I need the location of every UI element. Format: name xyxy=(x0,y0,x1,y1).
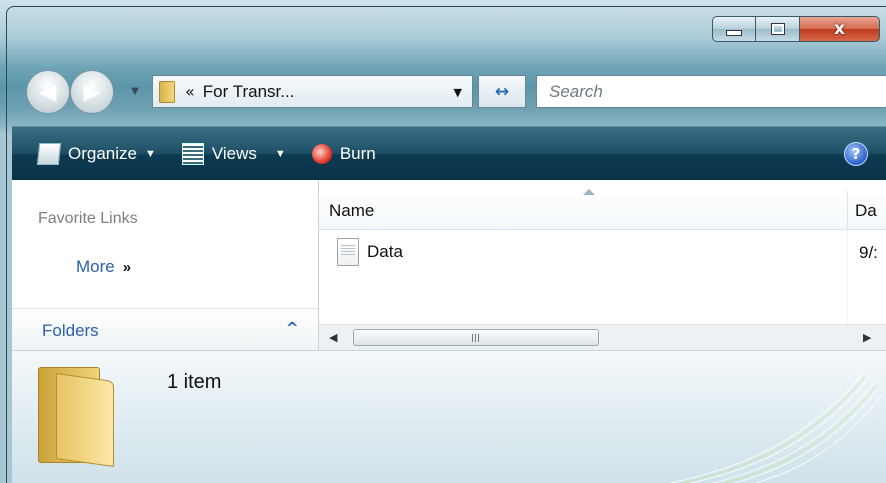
views-button[interactable]: Views ▼ xyxy=(181,143,286,165)
scroll-grip-icon xyxy=(471,333,481,342)
file-date: 9/: xyxy=(859,243,878,262)
forward-arrow-icon: ▶ xyxy=(83,79,101,105)
folders-header[interactable]: Folders ^ xyxy=(12,308,318,351)
chevron-down-icon: ▼ xyxy=(144,148,156,160)
scrollbar-thumb[interactable] xyxy=(353,329,599,346)
explorer-window: x ◀ ▶ ▼ « For Transr... ▼ ↔ Organize ▼ V… xyxy=(0,0,886,483)
burn-button[interactable]: Burn xyxy=(311,144,376,164)
column-header-row: Name Da xyxy=(319,189,886,230)
column-divider[interactable] xyxy=(847,191,848,229)
views-label: Views xyxy=(211,144,257,163)
help-icon: ? xyxy=(851,145,861,163)
navigation-pane: Favorite Links More » Folders ^ xyxy=(12,180,319,351)
sort-ascending-icon xyxy=(583,189,595,195)
burn-label: Burn xyxy=(339,144,376,163)
organize-button[interactable]: Organize ▼ xyxy=(36,143,156,165)
views-icon xyxy=(181,143,204,165)
folders-label: Folders xyxy=(42,321,99,340)
document-icon xyxy=(337,238,359,266)
scroll-right-icon[interactable]: ▶ xyxy=(863,331,871,344)
forward-button[interactable]: ▶ xyxy=(70,70,114,114)
help-button[interactable]: ? xyxy=(844,142,868,166)
command-bar: Organize ▼ Views ▼ Burn ? xyxy=(12,126,886,181)
back-button[interactable]: ◀ xyxy=(26,70,70,114)
back-arrow-icon: ◀ xyxy=(39,79,57,105)
folder-icon xyxy=(159,80,175,103)
close-icon: x xyxy=(834,19,845,39)
close-button[interactable]: x xyxy=(800,16,880,42)
folder-front-panel xyxy=(56,372,114,468)
column-guide xyxy=(847,229,848,324)
double-chevron-right-icon: » xyxy=(122,259,132,276)
breadcrumb-current[interactable]: For Transr... xyxy=(203,82,295,102)
details-pane: 1 item xyxy=(12,350,886,483)
minimize-icon xyxy=(726,30,742,36)
refresh-button[interactable]: ↔ xyxy=(478,75,526,108)
list-item[interactable]: Data xyxy=(337,238,403,266)
caption-buttons: x xyxy=(712,16,880,42)
chevron-up-icon[interactable]: ^ xyxy=(286,319,299,337)
refresh-icon: ↔ xyxy=(494,81,510,102)
column-header-name[interactable]: Name xyxy=(329,201,374,221)
maximize-button[interactable] xyxy=(756,16,800,42)
more-label: More xyxy=(76,257,115,276)
organize-icon xyxy=(36,143,62,165)
column-header-date[interactable]: Da xyxy=(855,201,877,221)
scroll-left-icon[interactable]: ◀ xyxy=(329,331,337,344)
favorite-links-title: Favorite Links xyxy=(38,210,138,227)
breadcrumb-overflow-chevron[interactable]: « xyxy=(185,82,195,101)
maximize-icon xyxy=(770,23,785,35)
file-list: Name Da Data 9/: ◀ ▶ xyxy=(319,180,886,351)
more-links-button[interactable]: More » xyxy=(76,257,131,277)
decorative-swoosh xyxy=(668,374,883,483)
horizontal-scrollbar[interactable]: ◀ ▶ xyxy=(319,324,886,351)
search-input[interactable] xyxy=(547,80,851,103)
file-name: Data xyxy=(367,242,403,261)
chevron-down-icon[interactable]: ▼ xyxy=(275,148,286,160)
address-dropdown-icon[interactable]: ▼ xyxy=(454,86,462,99)
burn-disc-icon xyxy=(311,144,332,164)
recent-pages-dropdown[interactable]: ▼ xyxy=(128,86,142,100)
minimize-button[interactable] xyxy=(712,16,756,42)
address-bar[interactable]: « For Transr... ▼ xyxy=(152,75,473,108)
search-box[interactable] xyxy=(536,75,886,108)
item-count: 1 item xyxy=(167,371,222,393)
folder-icon xyxy=(38,367,114,468)
organize-label: Organize xyxy=(68,144,137,163)
